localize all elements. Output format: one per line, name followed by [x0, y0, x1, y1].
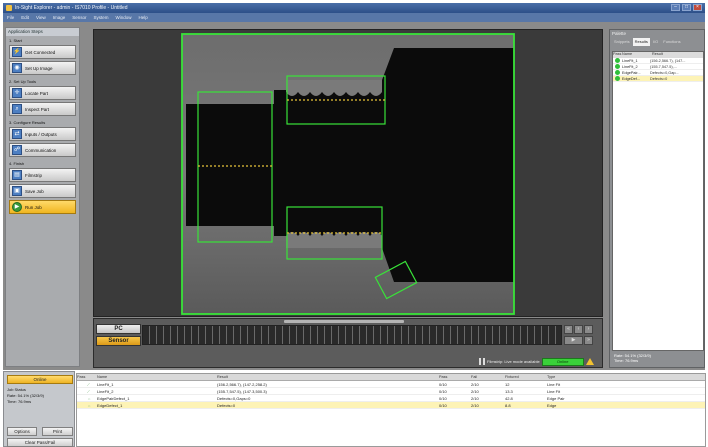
- close-icon[interactable]: ×: [693, 4, 702, 11]
- palette-job-stats: Rate: 54.1% (32/3/9) Time: 76.9ms: [614, 353, 651, 363]
- menu-system[interactable]: System: [94, 15, 109, 20]
- warning-icon: [585, 358, 594, 365]
- tool-icon: ⇔: [87, 395, 91, 401]
- filmstrip-first-icon[interactable]: «: [564, 325, 573, 334]
- network-icon: ☍: [12, 145, 22, 155]
- tool-icon: ⟋: [87, 381, 90, 387]
- plug-icon: ⚡: [12, 47, 22, 57]
- tool-icon: ⟋: [87, 388, 90, 394]
- job-status-panel: Online Job Status Rate: 54.1% (32/3/9) T…: [3, 371, 75, 447]
- maximize-icon[interactable]: □: [682, 4, 691, 11]
- group-set-up-tools: 2. Set Up Tools: [9, 79, 37, 84]
- camera-icon: ◉: [12, 63, 22, 73]
- minimize-icon[interactable]: –: [671, 4, 680, 11]
- palette-tabs: Snippets Results I/O Functions: [610, 38, 704, 46]
- filmstrip-last-icon[interactable]: »: [584, 336, 593, 345]
- inputs-outputs-button[interactable]: ⇄ Inputs / Outputs: [9, 127, 76, 141]
- pc-mode-button[interactable]: PC: [96, 324, 141, 334]
- job-status: Job Status Rate: 54.1% (32/3/9) Time: 76…: [7, 387, 44, 404]
- tool-icon: ⇔: [87, 402, 91, 408]
- palette-panel: Palette Snippets Results I/O Functions P…: [609, 29, 705, 368]
- group-start: 1. Start: [9, 38, 22, 43]
- filmstrip-button[interactable]: ▤ Filmstrip: [9, 168, 76, 182]
- clear-pass-fail-button[interactable]: Clear Pass/Fail: [7, 438, 73, 447]
- tab-io[interactable]: I/O: [651, 38, 660, 46]
- menu-window[interactable]: Window: [116, 15, 132, 20]
- tab-functions[interactable]: Functions: [661, 38, 682, 46]
- get-connected-button[interactable]: ⚡ Get Connected: [9, 45, 76, 59]
- sensor-mode-button[interactable]: Sensor: [96, 336, 141, 346]
- palette-results-list[interactable]: Pass Name Result LineFit_1 (156.2,566.7),…: [612, 51, 704, 351]
- steps-title: Application Steps: [6, 28, 79, 36]
- part-image: [94, 30, 602, 316]
- menu-file[interactable]: File: [7, 15, 14, 20]
- palette-title: Palette: [612, 31, 627, 36]
- results-table[interactable]: Pass Name Result Pass Fail Fixtured Type…: [76, 373, 706, 447]
- window-title: In-Sight Explorer - admin - IS7010 Profi…: [15, 5, 128, 11]
- tab-results[interactable]: Results: [632, 38, 650, 46]
- menu-image[interactable]: Image: [53, 15, 66, 20]
- film-icon: ▤: [12, 170, 22, 180]
- status-message: Filmstrip: Live mode available: [487, 359, 540, 364]
- online-button[interactable]: Online: [7, 375, 73, 384]
- palette-row[interactable]: EdgeDef... Defects=0: [613, 76, 703, 82]
- pass-icon: [615, 70, 620, 75]
- application-steps-panel: Application Steps 1. Start ⚡ Get Connecte…: [5, 27, 80, 367]
- tab-snippets[interactable]: Snippets: [612, 38, 632, 46]
- filmstrip-play-icon[interactable]: ▶: [564, 336, 583, 345]
- filmstrip-bar: PC Sensor « ‹ › ▶ » Filmstrip: Live mode…: [93, 318, 603, 368]
- options-button[interactable]: Options: [7, 427, 37, 436]
- table-row[interactable]: ⇔ EdgeDefect_1 Defects=0 0/10 2/10 8.8 E…: [77, 402, 705, 409]
- table-row[interactable]: ⟋ LineFit_2 (155.7,547.5), (147.3,500.3)…: [77, 388, 705, 395]
- pause-icon[interactable]: [479, 358, 485, 365]
- save-icon: ▣: [12, 186, 22, 196]
- magnifier-icon: ⌕: [12, 104, 22, 114]
- menu-sensor[interactable]: Sensor: [72, 15, 86, 20]
- print-button[interactable]: Print: [42, 427, 73, 436]
- run-icon: ▶: [12, 202, 22, 212]
- menu-edit[interactable]: Edit: [21, 15, 29, 20]
- group-configure-results: 3. Configure Results: [9, 120, 46, 125]
- pass-icon: [615, 58, 620, 63]
- run-job-button[interactable]: ▶ Run Job: [9, 200, 76, 214]
- crosshair-icon: ✛: [12, 88, 22, 98]
- save-job-button[interactable]: ▣ Save Job: [9, 184, 76, 198]
- menu-view[interactable]: View: [36, 15, 46, 20]
- app-logo-icon: [6, 5, 12, 11]
- pass-icon: [615, 76, 620, 81]
- image-display[interactable]: [93, 29, 603, 317]
- set-up-image-button[interactable]: ◉ Set Up Image: [9, 61, 76, 75]
- inspect-part-button[interactable]: ⌕ Inspect Part: [9, 102, 76, 116]
- menu-help[interactable]: Help: [139, 15, 148, 20]
- group-finish: 4. Finish: [9, 161, 25, 166]
- results-header: Pass Name Result Pass Fail Fixtured Type: [77, 374, 705, 381]
- filmstrip-next-icon[interactable]: ›: [584, 325, 593, 334]
- filmstrip-frames[interactable]: [142, 325, 562, 345]
- menu-bar: File Edit View Image Sensor System Windo…: [3, 13, 705, 22]
- communication-button[interactable]: ☍ Communication: [9, 143, 76, 157]
- io-icon: ⇄: [12, 129, 22, 139]
- filmstrip-prev-icon[interactable]: ‹: [574, 325, 583, 334]
- title-bar: In-Sight Explorer - admin - IS7010 Profi…: [3, 3, 705, 13]
- table-row[interactable]: ⇔ EdgePairDefect_1 Defects=0,Gaps=0 0/10…: [77, 395, 705, 402]
- online-indicator: Online: [541, 357, 584, 366]
- palette-header: Pass Name Result: [613, 52, 703, 58]
- filmstrip-scrollbar[interactable]: [284, 320, 404, 323]
- table-row[interactable]: ⟋ LineFit_1 (156.2,566.7), (147.2,258.2)…: [77, 381, 705, 388]
- status-strip: Filmstrip: Live mode available Online: [479, 357, 604, 366]
- pass-icon: [615, 64, 620, 69]
- locate-part-button[interactable]: ✛ Locate Part: [9, 86, 76, 100]
